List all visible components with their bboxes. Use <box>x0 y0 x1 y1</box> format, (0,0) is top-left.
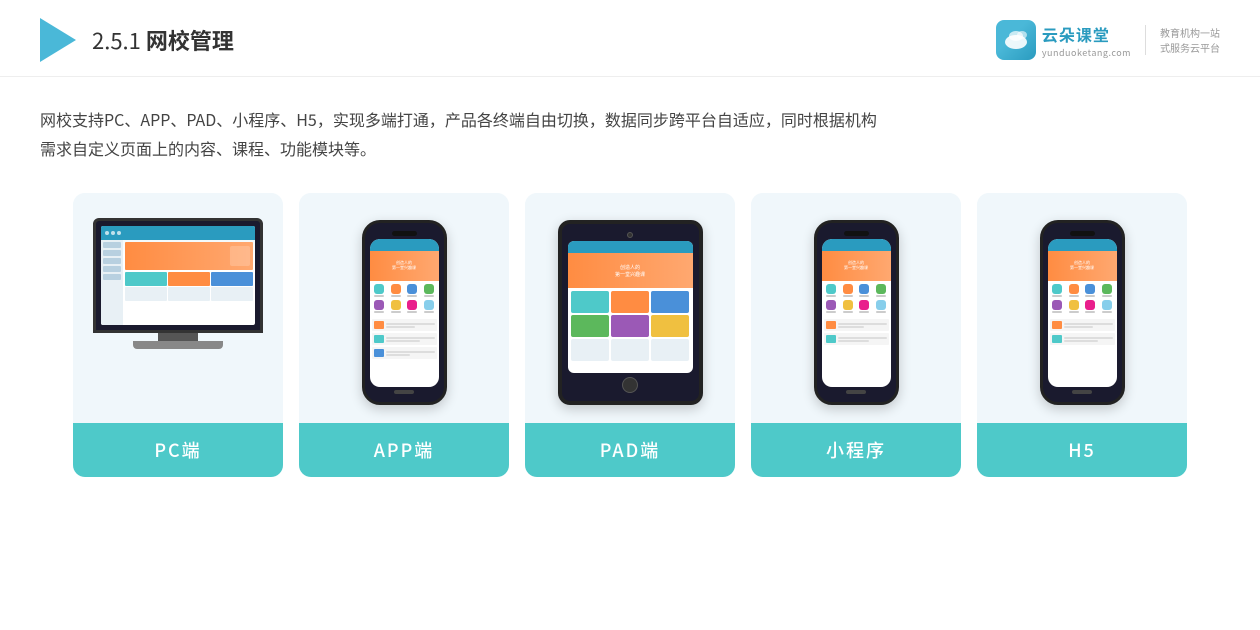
pc-screen-inner <box>101 226 255 325</box>
phone-nav <box>370 239 439 251</box>
pad-nav <box>568 241 693 253</box>
card-pad: 创造人的第一堂兴趣课 <box>525 193 735 477</box>
card-app: 创造人的第一堂兴趣课 <box>299 193 509 477</box>
phone-screen: 创造人的第一堂兴趣课 <box>370 239 439 387</box>
pc-screen-outer <box>93 218 263 333</box>
card-h5-image: 创造人的第一堂兴趣课 <box>977 193 1187 423</box>
device-h5-phone: 创造人的第一堂兴趣课 <box>1040 220 1125 405</box>
brand-slogan: 教育机构一站 式服务云平台 <box>1160 25 1220 55</box>
pc-neck <box>158 333 198 341</box>
header-right: 云朵课堂 yunduoketang.com 教育机构一站 式服务云平台 <box>996 20 1220 60</box>
header: 2.5.1 网校管理 云朵课堂 yunduoketang.com 教育机构一站 … <box>0 0 1260 77</box>
phone-notch2 <box>844 231 869 236</box>
description-line2: 需求自定义页面上的内容、课程、功能模块等。 <box>40 134 1220 163</box>
brand-icon <box>996 20 1036 60</box>
phone-banner: 创造人的第一堂兴趣课 <box>370 251 439 281</box>
device-pc <box>91 218 266 408</box>
phone-notch3 <box>1070 231 1095 236</box>
logo-triangle-icon <box>40 18 76 62</box>
brand-divider <box>1145 25 1146 55</box>
device-app-phone: 创造人的第一堂兴趣课 <box>362 220 447 405</box>
phone-home-btn <box>394 390 414 394</box>
card-h5-label: H5 <box>977 423 1187 477</box>
phone-notch <box>392 231 417 236</box>
device-miniprogram-phone: 创造人的第一堂兴趣课 <box>814 220 899 405</box>
card-app-label: APP端 <box>299 423 509 477</box>
card-pad-label: PAD端 <box>525 423 735 477</box>
pad-home-btn <box>622 377 638 393</box>
card-h5: 创造人的第一堂兴趣课 <box>977 193 1187 477</box>
header-left: 2.5.1 网校管理 <box>40 18 234 62</box>
cards-section: PC端 创造人的第一堂兴趣课 <box>0 173 1260 497</box>
brand-text: 云朵课堂 yunduoketang.com <box>1042 22 1131 59</box>
description-line1: 网校支持PC、APP、PAD、小程序、H5，实现多端打通，产品各终端自由切换，数… <box>40 105 1220 134</box>
card-pc-label: PC端 <box>73 423 283 477</box>
pad-camera <box>627 232 633 238</box>
pad-banner: 创造人的第一堂兴趣课 <box>568 253 693 288</box>
page-title: 2.5.1 网校管理 <box>92 24 234 56</box>
card-miniprogram: 创造人的第一堂兴趣课 <box>751 193 961 477</box>
description: 网校支持PC、APP、PAD、小程序、H5，实现多端打通，产品各终端自由切换，数… <box>0 77 1260 173</box>
card-app-image: 创造人的第一堂兴趣课 <box>299 193 509 423</box>
card-pad-image: 创造人的第一堂兴趣课 <box>525 193 735 423</box>
phone-screen2: 创造人的第一堂兴趣课 <box>822 239 891 387</box>
card-pc-image <box>73 193 283 423</box>
pc-stand <box>133 341 223 349</box>
brand-logo: 云朵课堂 yunduoketang.com 教育机构一站 式服务云平台 <box>996 20 1220 60</box>
phone-screen3: 创造人的第一堂兴趣课 <box>1048 239 1117 387</box>
pad-screen: 创造人的第一堂兴趣课 <box>568 241 693 373</box>
card-miniprogram-image: 创造人的第一堂兴趣课 <box>751 193 961 423</box>
device-pad: 创造人的第一堂兴趣课 <box>558 220 703 405</box>
card-miniprogram-label: 小程序 <box>751 423 961 477</box>
card-pc: PC端 <box>73 193 283 477</box>
